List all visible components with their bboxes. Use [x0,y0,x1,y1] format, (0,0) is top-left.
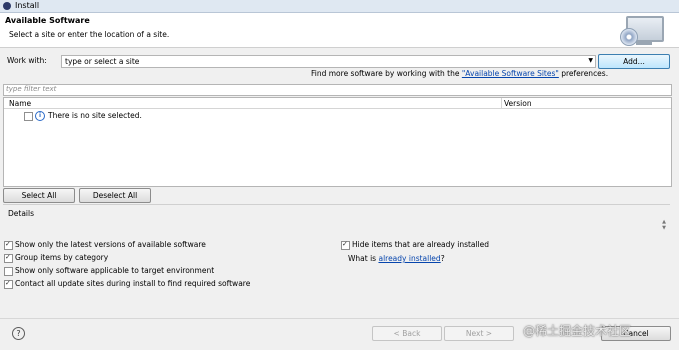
select-all-button[interactable]: Select All [3,188,75,203]
row-name: There is no site selected. [48,111,142,120]
target-environment-label: Show only software applicable to target … [15,266,215,275]
target-environment-checkbox[interactable] [4,267,13,276]
details-label: Details [8,209,35,218]
hide-installed-checkbox[interactable] [341,240,350,250]
wizard-header: Available Software Select a site or ente… [0,13,679,48]
row-checkbox[interactable] [24,112,33,121]
latest-versions-checkbox[interactable] [4,240,13,250]
software-tree-table[interactable]: Name Version i There is no site selected… [3,97,672,187]
what-is-prefix: What is [348,254,379,263]
available-software-sites-link[interactable]: "Available Software Sites" [462,69,559,78]
page-subtitle: Select a site or enter the location of a… [9,30,170,39]
next-button[interactable]: Next > [444,326,514,341]
window-title: Install [15,1,40,10]
group-by-category-label: Group items by category [15,253,109,262]
install-software-icon [620,14,664,48]
deselect-all-button[interactable]: Deselect All [79,188,151,203]
group-by-category-checkbox[interactable] [4,253,13,263]
column-version-header[interactable]: Version [504,99,532,108]
page-title: Available Software [5,16,90,25]
latest-versions-label: Show only the latest versions of availab… [15,240,206,249]
more-software-suffix: preferences. [558,69,609,78]
contact-update-sites-label: Contact all update sites during install … [15,279,251,288]
work-with-value: type or select a site [65,57,140,66]
work-with-label: Work with: [7,56,47,65]
more-software-text: Find more software by working with the "… [311,69,608,78]
filter-placeholder: type filter text [6,85,57,93]
work-with-combo[interactable]: type or select a site ▼ [61,55,596,68]
table-header: Name Version [4,98,671,109]
what-is-installed-text: What is already installed? [348,254,445,263]
contact-update-sites-checkbox[interactable] [4,279,13,289]
details-panel: Details ▲ ▼ [3,204,670,234]
column-name-header[interactable]: Name [9,99,31,108]
more-software-prefix: Find more software by working with the [311,69,462,78]
help-icon[interactable]: ? [12,327,25,340]
scroll-arrows-icon[interactable]: ▲ ▼ [662,219,666,231]
watermark: @稀土掘金技术社区 [523,324,632,338]
back-button[interactable]: < Back [372,326,442,341]
what-is-suffix: ? [440,254,445,263]
hide-installed-label: Hide items that are already installed [352,240,490,249]
filter-input[interactable]: type filter text [3,84,672,96]
eclipse-icon [3,2,11,10]
title-bar: Install [0,0,679,13]
chevron-down-icon[interactable]: ▼ [588,57,593,64]
info-icon: i [35,111,45,121]
already-installed-link[interactable]: already installed [378,254,440,263]
add-site-button[interactable]: Add... [598,54,670,69]
